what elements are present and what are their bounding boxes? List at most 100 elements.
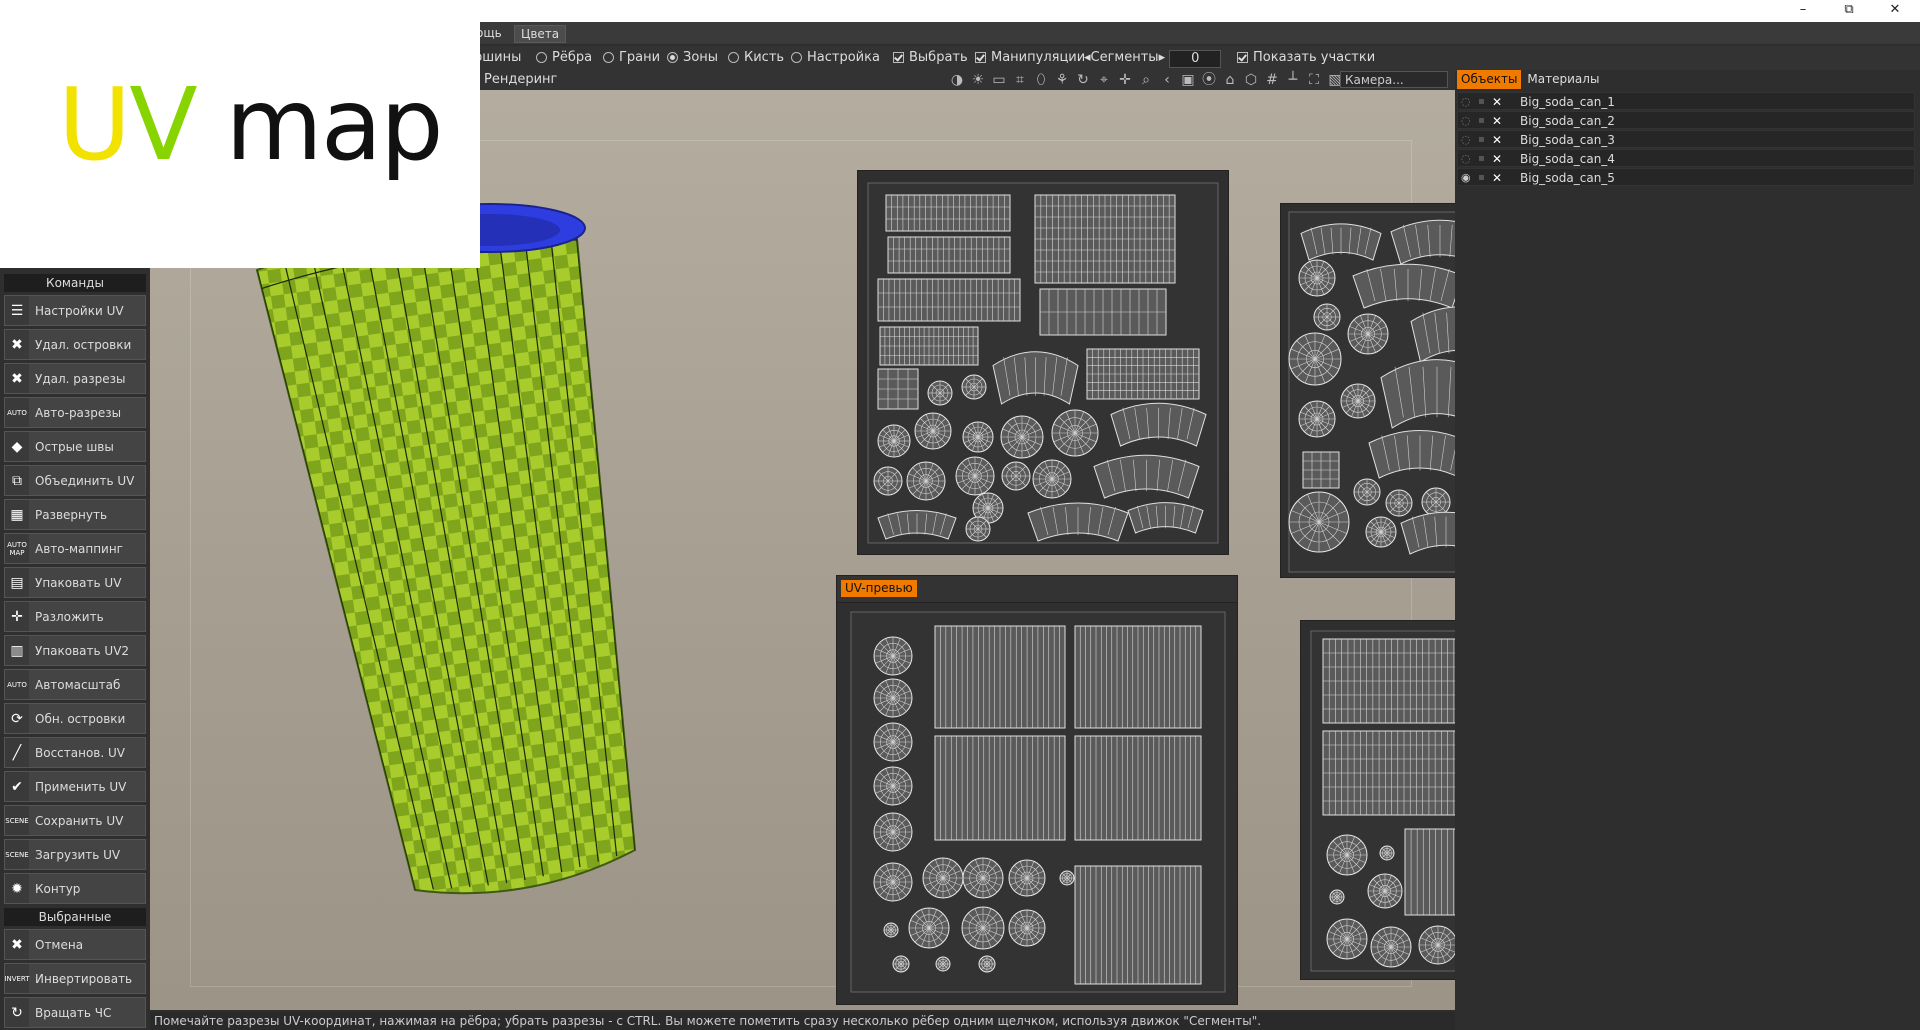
command-button[interactable]: ⟳ Обн. островки (4, 703, 146, 734)
command-button[interactable]: AUTO Авто-разрезы (4, 397, 146, 428)
delete-object-icon[interactable]: ✕ (1492, 112, 1504, 130)
viewport-tool-icon[interactable]: # (1263, 71, 1281, 89)
rendering-menu[interactable]: Рендеринг (484, 72, 557, 88)
show-areas-toggle[interactable]: Показать участки (1237, 50, 1375, 66)
settings-radio[interactable] (791, 52, 802, 63)
viewport-tool-icon[interactable]: ⌖ (1095, 71, 1113, 89)
lock-icon[interactable]: ▪ (1478, 150, 1488, 168)
delete-object-icon[interactable]: ✕ (1492, 131, 1504, 149)
uv-disc-island (892, 955, 910, 973)
command-button[interactable]: ╱ Восстанов. UV (4, 737, 146, 768)
command-button[interactable]: ⧉ Объединить UV (4, 465, 146, 496)
viewport-tool-icon[interactable]: ⬯ (1032, 71, 1050, 89)
lock-icon[interactable]: ▪ (1478, 169, 1488, 187)
brush-radio[interactable] (728, 52, 739, 63)
sharp-seams-icon: ◆ (5, 432, 29, 461)
viewport-tool-icon[interactable]: ▭ (990, 71, 1008, 89)
viewport-tool-icon[interactable]: ⛶ (1305, 71, 1323, 89)
visibility-eye-icon[interactable]: ◌ (1461, 93, 1475, 111)
segments-control[interactable]: ◂Сегменты▸ 0 (1084, 50, 1222, 68)
command-button[interactable]: ◆ Острые швы (4, 431, 146, 462)
viewport-tool-icon[interactable]: ↻ (1074, 71, 1092, 89)
objects-panel: Объекты Материалы ◌ ▪ ✕ Big_soda_can_1 ◌ ▪ ✕ Bi… (1455, 70, 1920, 1030)
menu-colors[interactable]: Цвета (514, 25, 567, 43)
delete-object-icon[interactable]: ✕ (1492, 169, 1504, 187)
command-button[interactable]: ▤ Упаковать UV (4, 567, 146, 598)
mode-brush[interactable]: Кисть (728, 50, 784, 66)
restore-button[interactable]: ⧉ (1826, 0, 1872, 22)
command-button[interactable]: INVERT Инвертировать (4, 963, 146, 994)
delete-object-icon[interactable]: ✕ (1492, 150, 1504, 168)
lock-icon[interactable]: ▪ (1478, 93, 1488, 111)
select-toggle[interactable]: Выбрать (893, 50, 968, 66)
delete-object-icon[interactable]: ✕ (1492, 93, 1504, 111)
command-button[interactable]: ✛ Разложить (4, 601, 146, 632)
command-button[interactable]: ✹ Контур (4, 873, 146, 904)
uv-preview-window[interactable]: UV-превью (836, 575, 1238, 1005)
tab-materials[interactable]: Материалы (1523, 70, 1603, 89)
uv-disc-island (914, 412, 952, 450)
uv-island (877, 368, 919, 410)
faces-radio[interactable] (603, 52, 614, 63)
viewport-tool-icon[interactable]: ☀ (969, 71, 987, 89)
command-button[interactable]: ✖ Отмена (4, 929, 146, 960)
viewport-tool-icon[interactable]: ◑ (948, 71, 966, 89)
object-row[interactable]: ◌ ▪ ✕ Big_soda_can_3 (1457, 130, 1915, 148)
edges-radio[interactable] (536, 52, 547, 63)
close-button[interactable]: ✕ (1872, 0, 1918, 22)
command-button[interactable]: ✔ Применить UV (4, 771, 146, 802)
segments-field[interactable]: 0 (1169, 50, 1222, 68)
manipulators-checkbox[interactable] (975, 52, 986, 63)
lock-icon[interactable]: ▪ (1478, 131, 1488, 149)
object-row[interactable]: ◉ ▪ ✕ Big_soda_can_5 (1457, 168, 1915, 186)
show-areas-checkbox[interactable] (1237, 52, 1248, 63)
command-button[interactable]: SCENE Сохранить UV (4, 805, 146, 836)
uv-island (1322, 730, 1455, 816)
viewport-tool-icon[interactable]: ⚘ (1053, 71, 1071, 89)
object-row[interactable]: ◌ ▪ ✕ Big_soda_can_2 (1457, 111, 1915, 129)
minimize-button[interactable]: – (1780, 0, 1826, 22)
viewport-tool-icon[interactable]: ⌗ (1011, 71, 1029, 89)
object-row[interactable]: ◌ ▪ ✕ Big_soda_can_1 (1457, 92, 1915, 110)
uv-window-1[interactable] (857, 170, 1229, 555)
unwrap-icon: ▦ (5, 500, 29, 529)
camera-select[interactable]: Камера...▾ (1340, 71, 1461, 88)
invert-icon: INVERT (4, 964, 30, 993)
command-button[interactable]: ✖ Удал. островки (4, 329, 146, 360)
uv-disc-island (927, 380, 953, 406)
object-row[interactable]: ◌ ▪ ✕ Big_soda_can_4 (1457, 149, 1915, 167)
mode-zones[interactable]: Зоны (667, 50, 718, 66)
title-overlay: UV map (0, 0, 480, 268)
uv-window-2[interactable] (1280, 203, 1455, 578)
command-button[interactable]: SCENE Загрузить UV (4, 839, 146, 870)
command-button[interactable]: ▥ Упаковать UV2 (4, 635, 146, 666)
visibility-eye-icon[interactable]: ◌ (1461, 112, 1475, 130)
command-button[interactable]: ▦ Развернуть (4, 499, 146, 530)
visibility-eye-icon[interactable]: ◌ (1461, 131, 1475, 149)
mode-edges[interactable]: Рёбра (536, 50, 592, 66)
viewport-tool-icon[interactable]: ┴ (1284, 71, 1302, 89)
viewport-tool-icon[interactable]: ⌕ (1137, 71, 1155, 89)
command-button[interactable]: ↻ Вращать ЧС (4, 997, 146, 1028)
manipulators-toggle[interactable]: Манипуляции (975, 50, 1085, 66)
viewport-tool-icon[interactable]: ‹ (1158, 71, 1176, 89)
tab-objects[interactable]: Объекты (1457, 70, 1522, 89)
zones-radio[interactable] (667, 52, 678, 63)
mode-settings[interactable]: Настройка (791, 50, 880, 66)
lock-icon[interactable]: ▪ (1478, 112, 1488, 130)
command-button[interactable]: AUTO MAP Авто-маппинг (4, 533, 146, 564)
viewport-tool-icon[interactable]: ✛ (1116, 71, 1134, 89)
viewport-tool-icon[interactable]: ⬡ (1242, 71, 1260, 89)
command-button[interactable]: AUTO Автомасштаб (4, 669, 146, 700)
viewport-tool-icon[interactable]: ⦿ (1200, 71, 1218, 89)
viewport-tool-icon[interactable]: ▣ (1179, 71, 1197, 89)
uv-disc-island (1370, 926, 1412, 968)
visibility-eye-icon[interactable]: ◌ (1461, 150, 1475, 168)
mode-faces[interactable]: Грани (603, 50, 660, 66)
command-button[interactable]: ☰ Настройки UV (4, 295, 146, 326)
visibility-eye-icon[interactable]: ◉ (1461, 169, 1475, 187)
uv-window-4[interactable] (1300, 620, 1455, 980)
select-checkbox[interactable] (893, 52, 904, 63)
viewport-tool-icon[interactable]: ⌂ (1221, 71, 1239, 89)
command-button[interactable]: ✖ Удал. разрезы (4, 363, 146, 394)
